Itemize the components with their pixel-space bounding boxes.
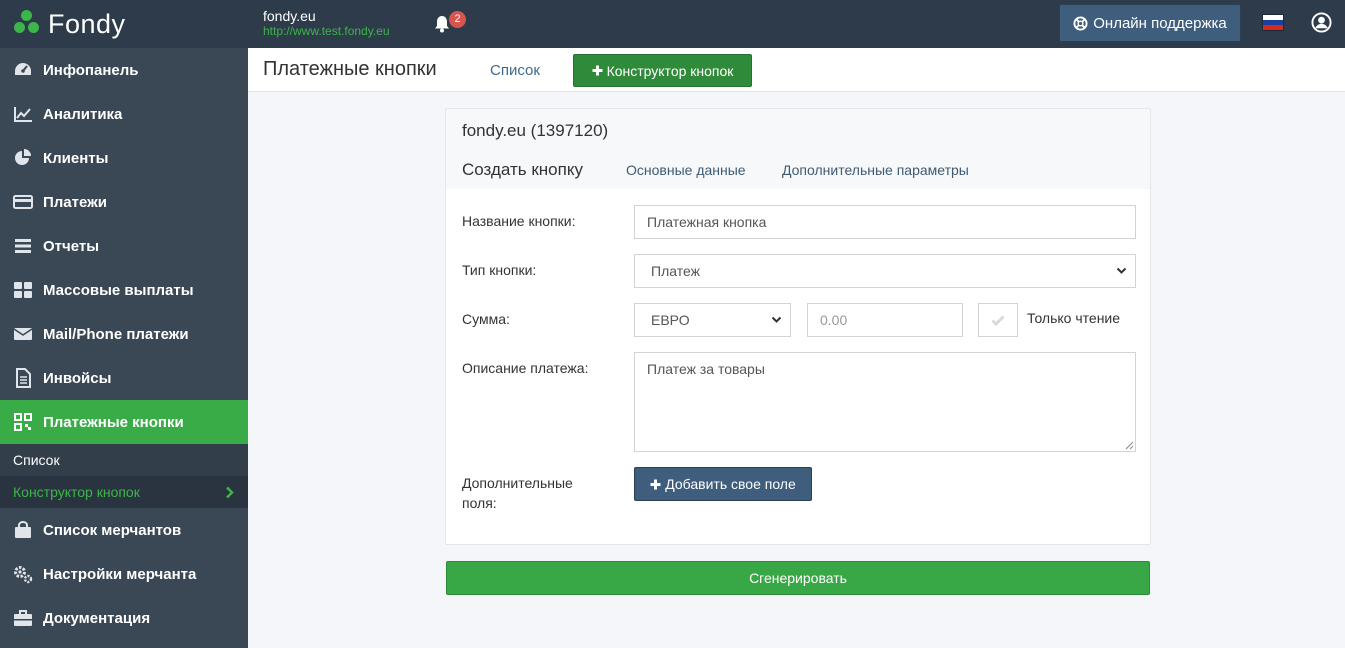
sidebar-item-label: Документация xyxy=(43,609,151,627)
page-title: Платежные кнопки xyxy=(263,58,437,80)
button-label: Сгенерировать xyxy=(749,570,847,586)
chevron-down-icon xyxy=(771,316,782,323)
merchant-name: fondy.eu xyxy=(263,8,316,24)
readonly-checkbox[interactable] xyxy=(978,303,1018,337)
logo-text: Fondy xyxy=(48,8,126,39)
sidebar-item-label: Настройки мерчанта xyxy=(43,565,197,583)
sidebar-item-label: Платежные кнопки xyxy=(43,413,184,431)
checkmark-icon xyxy=(991,314,1005,326)
gears-icon xyxy=(13,564,33,584)
sidebar-item-invoices[interactable]: Инвойсы xyxy=(0,356,248,400)
currency-select[interactable]: ЕВРО xyxy=(634,303,791,337)
button-type-label: Тип кнопки: xyxy=(462,262,537,278)
document-icon xyxy=(13,368,33,388)
language-flag-ru-icon[interactable] xyxy=(1262,14,1284,31)
payment-buttons-submenu: Список Конструктор кнопок xyxy=(0,444,248,508)
page-header: Платежные кнопки Список Конструктор кноп… xyxy=(248,48,1345,92)
button-name-label: Название кнопки: xyxy=(462,213,576,229)
top-bar: Fondy fondy.eu http://www.test.fondy.eu … xyxy=(0,0,1345,48)
create-button-heading: Создать кнопку xyxy=(462,160,583,179)
tab-list[interactable]: Список xyxy=(490,62,540,79)
sidebar-item-label: Инфопанель xyxy=(43,61,139,79)
sidebar-item-clients[interactable]: Клиенты xyxy=(0,136,248,180)
resize-handle-icon[interactable] xyxy=(1125,441,1134,450)
sidebar-item-label: Клиенты xyxy=(43,149,109,167)
envelope-icon xyxy=(13,324,33,344)
submenu-item-label: Список xyxy=(13,452,60,468)
merchant-id: fondy.eu (1397120) xyxy=(462,121,609,140)
amount-placeholder: 0.00 xyxy=(820,312,848,328)
select-value: ЕВРО xyxy=(651,312,690,328)
lifebuoy-icon xyxy=(1073,15,1088,31)
readonly-label: Только чтение xyxy=(1027,310,1121,326)
logo-mark-icon xyxy=(12,10,42,38)
generate-button[interactable]: Сгенерировать xyxy=(446,561,1150,595)
sidebar-item-label: Платежи xyxy=(43,193,107,211)
amount-label: Сумма: xyxy=(462,311,510,327)
payment-description-label: Описание платежа: xyxy=(462,360,589,376)
sidebar-item-label: Аналитика xyxy=(43,105,123,123)
submenu-item-button-constructor[interactable]: Конструктор кнопок xyxy=(0,476,248,508)
grid-icon xyxy=(13,280,33,300)
amount-input[interactable]: 0.00 xyxy=(807,303,963,337)
sidebar-item-mail-phone-payments[interactable]: Mail/Phone платежи xyxy=(0,312,248,356)
fondy-logo[interactable]: Fondy xyxy=(12,6,126,42)
sidebar-item-payment-buttons[interactable]: Платежные кнопки xyxy=(0,400,248,444)
button-type-select[interactable]: Платеж xyxy=(634,254,1136,288)
sidebar-item-mass-payouts[interactable]: Массовые выплаты xyxy=(0,268,248,312)
tab-additional-params[interactable]: Дополнительные параметры xyxy=(782,162,969,178)
plus-icon xyxy=(650,479,661,489)
sidebar-item-merchant-list[interactable]: Список мерчантов xyxy=(0,508,248,552)
textarea-value: Платеж за товары xyxy=(647,361,765,377)
sidebar: Инфопанель Аналитика Клиенты Платежи Отч… xyxy=(0,48,248,648)
tab-main-data[interactable]: Основные данные xyxy=(626,162,746,178)
button-label: Добавить свое поле xyxy=(665,476,796,492)
select-value: Платеж xyxy=(651,263,700,279)
sidebar-item-dashboard[interactable]: Инфопанель xyxy=(0,48,248,92)
input-value: Платежная кнопка xyxy=(647,214,767,230)
chevron-right-icon xyxy=(226,486,234,498)
additional-fields-label-line2: поля: xyxy=(462,495,497,511)
button-constructor-card: fondy.eu (1397120) Создать кнопку Основн… xyxy=(445,108,1151,545)
sidebar-item-merchant-settings[interactable]: Настройки мерчанта xyxy=(0,552,248,596)
sidebar-item-label: Список мерчантов xyxy=(43,521,182,539)
briefcase-icon xyxy=(13,608,33,628)
sidebar-item-label: Инвойсы xyxy=(43,369,112,387)
list-icon xyxy=(13,236,33,256)
chart-line-icon xyxy=(13,104,33,124)
sidebar-item-analytics[interactable]: Аналитика xyxy=(0,92,248,136)
plus-icon xyxy=(592,65,603,76)
shopping-bag-icon xyxy=(13,520,33,540)
sidebar-item-label: Mail/Phone платежи xyxy=(43,325,189,343)
dashboard-icon xyxy=(13,60,33,80)
online-support-button[interactable]: Онлайн поддержка xyxy=(1059,4,1241,42)
support-label: Онлайн поддержка xyxy=(1093,14,1227,32)
sidebar-item-documentation[interactable]: Документация xyxy=(0,596,248,640)
sidebar-item-label: Массовые выплаты xyxy=(43,281,194,299)
notification-count-badge: 2 xyxy=(449,11,466,28)
submenu-item-list[interactable]: Список xyxy=(0,444,248,476)
notifications-button[interactable]: 2 xyxy=(431,10,466,38)
sidebar-item-reports[interactable]: Отчеты xyxy=(0,224,248,268)
sidebar-item-label: Отчеты xyxy=(43,237,100,255)
sidebar-item-payments[interactable]: Платежи xyxy=(0,180,248,224)
payment-description-textarea[interactable]: Платеж за товары xyxy=(634,352,1136,452)
user-profile-icon[interactable] xyxy=(1311,12,1332,33)
button-constructor-button[interactable]: Конструктор кнопок xyxy=(573,54,752,87)
add-custom-field-button[interactable]: Добавить свое поле xyxy=(634,467,812,501)
button-label: Конструктор кнопок xyxy=(606,62,734,79)
additional-fields-label: Дополнительные поля: xyxy=(462,473,573,513)
button-name-input[interactable]: Платежная кнопка xyxy=(634,205,1136,239)
submenu-item-label: Конструктор кнопок xyxy=(13,484,140,500)
qrcode-icon xyxy=(13,412,33,432)
chevron-down-icon xyxy=(1116,267,1127,274)
credit-card-icon xyxy=(13,192,33,212)
merchant-url[interactable]: http://www.test.fondy.eu xyxy=(263,24,390,38)
pie-chart-icon xyxy=(13,148,33,168)
merchant-info: fondy.eu http://www.test.fondy.eu xyxy=(263,8,390,38)
additional-fields-label-line1: Дополнительные xyxy=(462,475,573,491)
